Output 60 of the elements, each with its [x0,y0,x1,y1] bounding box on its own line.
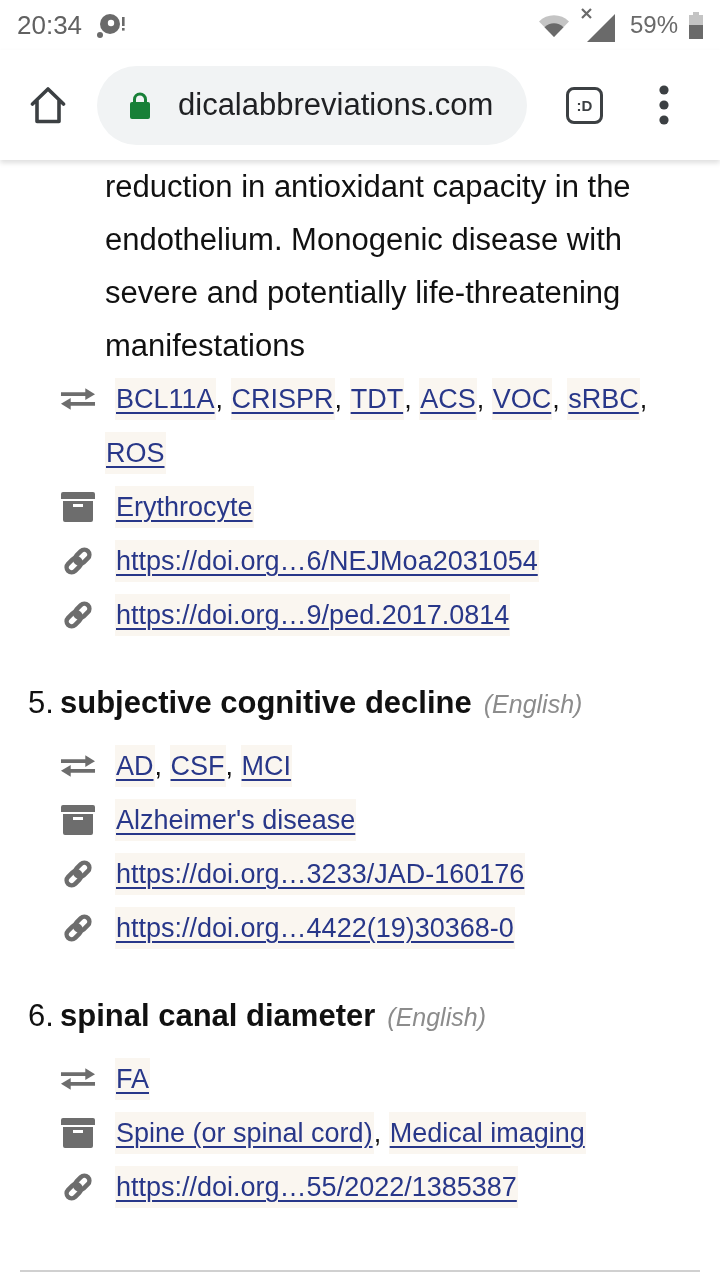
disc-alert-icon [97,12,126,38]
link-icon [61,598,95,632]
swap-arrows-icon [60,1068,96,1090]
archive-box-icon [61,492,95,522]
abbreviation-link[interactable]: ROS [105,432,166,474]
category-link[interactable]: Erythrocyte [115,486,254,528]
home-button[interactable] [30,86,66,124]
comma: , [215,384,224,414]
battery-icon [689,11,703,39]
swap-arrows-icon [60,388,96,410]
no-data-signal-icon [578,8,615,42]
abbreviation-link[interactable]: BCL11A [115,378,216,420]
comma: , [404,384,412,414]
category-link[interactable]: Alzheimer's disease [115,799,357,841]
reference-link[interactable]: https://doi.org…3233/JAD-160176 [115,853,526,895]
status-time: 20:34 [17,12,83,38]
link-icon [61,544,95,578]
wifi-icon [538,13,569,37]
language-label: (English) [387,1002,486,1033]
comma: , [225,751,234,781]
link-icon [61,1170,95,1204]
comma: , [476,384,485,414]
abbreviation-link[interactable]: ACS [419,378,477,420]
category-link[interactable]: Medical imaging [388,1112,586,1154]
reference-link[interactable]: https://doi.org…6/NEJMoa2031054 [115,540,539,582]
abbreviation-link[interactable]: MCI [240,745,293,787]
archive-box-icon [61,1118,95,1148]
category-link[interactable]: Spine (or spinal cord) [115,1112,374,1154]
abbreviation-link[interactable]: VOC [491,378,553,420]
battery-percent: 59% [629,13,678,37]
tab-switcher-button[interactable]: :D [566,86,603,124]
abbreviation-link[interactable]: TDT [349,378,405,420]
comma: , [552,384,560,414]
comma: , [639,384,648,414]
reference-link[interactable]: https://doi.org…55/2022/1385387 [115,1166,518,1208]
address-bar[interactable]: dicalabbreviations.com [97,65,527,145]
entry-number: 5. [28,684,55,722]
abbreviation-link[interactable]: CRISPR [230,378,335,420]
comma: , [373,1118,382,1148]
abbreviation-link[interactable]: sRBC [567,378,640,420]
comma: , [154,751,163,781]
swap-arrows-icon [60,755,96,777]
abbreviation-link[interactable]: CSF [169,745,226,787]
home-icon [30,86,66,124]
reference-link[interactable]: https://doi.org…4422(19)30368-0 [115,907,515,949]
term-title: spinal canal diameter [60,997,376,1035]
abbreviation-link[interactable]: AD [115,745,155,787]
link-icon [61,911,95,945]
comma: , [334,384,343,414]
entry-number: 6. [28,997,55,1035]
menu-icon [659,85,669,125]
lock-icon [130,91,150,119]
abbreviation-link[interactable]: FA [115,1058,150,1100]
language-label: (English) [483,689,583,720]
term-title: subjective cognitive decline [60,684,472,722]
archive-box-icon [61,805,95,835]
definition-text: reduction in antioxidant capacity in the endothelium. Monogenic disease with severe and potentially life-threatening manifestations [105,168,632,365]
reference-link[interactable]: https://doi.org…9/ped.2017.0814 [115,594,511,636]
link-icon [61,857,95,891]
menu-button[interactable] [659,85,669,125]
